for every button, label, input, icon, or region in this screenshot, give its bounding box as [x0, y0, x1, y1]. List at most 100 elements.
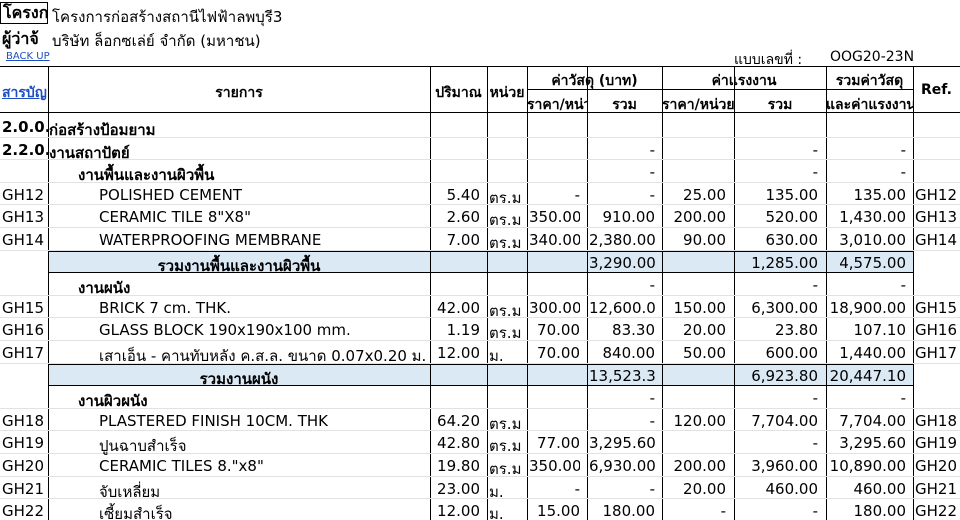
- cell-lt[interactable]: -: [736, 163, 818, 181]
- table-row[interactable]: GH19 42.80 ตร.ม. 77.00 3,295.60-3,295.60 GH19…: [0, 431, 960, 455]
- cell-mt[interactable]: 3,290.00: [589, 254, 655, 272]
- cell-lp[interactable]: 50.00: [664, 344, 726, 362]
- cell-lt[interactable]: 630.00: [736, 231, 819, 249]
- cell-mt[interactable]: 3,295.60: [589, 434, 655, 452]
- table-row[interactable]: GH20 19.80 ตร.ม. 350.00 6,930.00 200.00 3,960.…: [0, 454, 960, 478]
- cell-tot[interactable]: 3,295.60: [828, 434, 906, 452]
- cell-mt[interactable]: -: [589, 276, 655, 294]
- cell-item-name[interactable]: GLASS BLOCK 190x190x100 mm.: [99, 321, 427, 339]
- cell-qty[interactable]: 7.00: [432, 231, 480, 249]
- cell-mp[interactable]: 350.00: [529, 208, 580, 226]
- subtotal-cell[interactable]: [662, 250, 735, 273]
- cell-code[interactable]: 2.2.0.0: [2, 141, 48, 159]
- cell-tot[interactable]: 135.00: [828, 186, 907, 204]
- cell-code[interactable]: GH17: [2, 344, 46, 362]
- cell-tot[interactable]: 1,440.00: [828, 344, 906, 362]
- subtotal-row[interactable]: 13,523.306,923.8020,447.10รวมงานผนัง: [0, 363, 960, 388]
- cell-mp[interactable]: -: [529, 480, 580, 498]
- table-row[interactable]: - - - งานผิวผนัง: [0, 386, 960, 410]
- cell-mt[interactable]: -: [589, 163, 655, 181]
- cell-mp[interactable]: 15.00: [529, 502, 580, 520]
- table-row[interactable]: GH14 7.00 ตร.ม. 340.00 2,380.00 90.00 630.00 3,…: [0, 228, 960, 252]
- table-row[interactable]: GH18 64.20 ตร.ม. -120.00 7,704.00 7,704.00 GH1…: [0, 409, 960, 433]
- table-row[interactable]: GH22 12.00 ม. 15.00 180.00- -180.00 GH22 เซี้ยม…: [0, 499, 960, 520]
- cell-tot[interactable]: -: [828, 389, 906, 407]
- cell-code[interactable]: GH15: [2, 299, 46, 317]
- cell-lp[interactable]: 200.00: [664, 208, 727, 226]
- cell-lt[interactable]: 520.00: [736, 208, 819, 226]
- cell-lt[interactable]: -: [736, 141, 818, 159]
- cell-mt[interactable]: 12,600.00: [589, 299, 655, 317]
- cell-mt[interactable]: -: [589, 186, 655, 204]
- table-row[interactable]: GH13 2.60 ตร.ม. 350.00 910.00 200.00 520.00 1,4…: [0, 205, 960, 229]
- cell-lt[interactable]: 135.00: [736, 186, 819, 204]
- cell-tot[interactable]: 107.10: [828, 321, 907, 339]
- cell-tot[interactable]: 460.00: [828, 480, 907, 498]
- cell-qty[interactable]: 23.00: [432, 480, 480, 498]
- table-row[interactable]: GH1542.00ตร.ม.300.0012,600.00150.006,300…: [0, 296, 960, 320]
- cell-mp[interactable]: 70.00: [529, 344, 580, 362]
- cell-lp[interactable]: 20.00: [664, 480, 726, 498]
- cell-lt[interactable]: 23.80: [736, 321, 818, 339]
- cell-tot[interactable]: -: [828, 141, 906, 159]
- cell-qty[interactable]: 12.00: [432, 344, 480, 362]
- cell-unit[interactable]: ม.: [489, 502, 523, 520]
- cell-lp[interactable]: 20.00: [664, 321, 726, 339]
- cell-lp[interactable]: 120.00: [664, 412, 727, 430]
- cell-lp[interactable]: 150.00: [664, 299, 727, 317]
- cell-mt[interactable]: 13,523.30: [589, 367, 655, 385]
- table-row[interactable]: 2.2.0.0---งานสถาปัตย์: [0, 138, 960, 162]
- cell-lt[interactable]: 7,704.00: [736, 412, 818, 430]
- cell-lp[interactable]: 25.00: [664, 186, 726, 204]
- subtotal-row[interactable]: 3,290.00 1,285.00 4,575.00 รวมงานพื้นและงาน…: [0, 250, 960, 275]
- cell-item-name[interactable]: เซี้ยมสำเร็จ: [99, 502, 427, 520]
- subtotal-cell[interactable]: [487, 363, 528, 386]
- table-row[interactable]: - - - งานพื้นและงานผิวพื้น: [0, 160, 960, 184]
- cell-mp[interactable]: 340.00: [529, 231, 580, 249]
- cell-qty[interactable]: 5.40: [432, 186, 480, 204]
- cell-tot[interactable]: 20,447.10: [828, 367, 906, 385]
- cell-tot[interactable]: 18,900.00: [828, 299, 906, 317]
- cell-lt[interactable]: 6,300.00: [736, 299, 818, 317]
- cell-ref[interactable]: GH18: [915, 412, 958, 430]
- cell-ref[interactable]: GH19: [915, 434, 958, 452]
- cell-lp[interactable]: -: [664, 502, 726, 520]
- cell-code[interactable]: GH16: [2, 321, 46, 339]
- cell-ref[interactable]: GH16: [915, 321, 958, 339]
- table-row[interactable]: 2.0.0.0ก่อสร้างป้อมยาม: [0, 115, 960, 139]
- cell-lt[interactable]: 6,923.80: [736, 367, 818, 385]
- cell-mp[interactable]: 350.00: [529, 457, 580, 475]
- cell-tot[interactable]: 10,890.00: [828, 457, 906, 475]
- contractor-label-cell[interactable]: ผู้ว่าจ้: [0, 27, 48, 52]
- table-row[interactable]: GH16 1.19 ตร.ม. 70.00 83.30 20.00 23.80 107.10 G…: [0, 318, 960, 342]
- table-row[interactable]: GH17 12.00 ม. 70.00 840.00 50.00 600.00 1,440.0…: [0, 341, 960, 365]
- cell-lt[interactable]: 3,960.00: [736, 457, 818, 475]
- cell-mt[interactable]: 83.30: [589, 321, 655, 339]
- cell-qty[interactable]: 2.60: [432, 208, 480, 226]
- cell-code[interactable]: GH12: [2, 186, 46, 204]
- cell-qty[interactable]: 1.19: [432, 321, 480, 339]
- cell-tot[interactable]: -: [828, 276, 906, 294]
- cell-code[interactable]: GH21: [2, 480, 46, 498]
- cell-qty[interactable]: 42.00: [432, 299, 480, 317]
- table-row[interactable]: - - - งานผนัง: [0, 273, 960, 297]
- cell-code[interactable]: GH22: [2, 502, 46, 520]
- cell-qty[interactable]: 19.80: [432, 457, 480, 475]
- cell-tot[interactable]: 7,704.00: [828, 412, 906, 430]
- cell-mt[interactable]: -: [589, 141, 655, 159]
- cell-tot[interactable]: -: [828, 163, 906, 181]
- subtotal-cell[interactable]: [487, 250, 528, 273]
- table-row[interactable]: GH12 5.40 ตร.ม. - -25.00 135.00 135.00 GH12 POLI…: [0, 183, 960, 207]
- cell-lp[interactable]: 90.00: [664, 231, 726, 249]
- cell-mt[interactable]: 840.00: [589, 344, 656, 362]
- cell-tot[interactable]: 180.00: [828, 502, 907, 520]
- cell-ref[interactable]: GH17: [915, 344, 958, 362]
- cell-mt[interactable]: -: [589, 389, 655, 407]
- cell-code[interactable]: GH20: [2, 457, 46, 475]
- subtotal-cell[interactable]: [527, 250, 588, 273]
- cell-lp[interactable]: 200.00: [664, 457, 727, 475]
- cell-code[interactable]: 2.0.0.0: [2, 118, 48, 136]
- cell-code[interactable]: GH14: [2, 231, 46, 249]
- cell-tot[interactable]: 1,430.00: [828, 208, 906, 226]
- cell-item-name[interactable]: CERAMIC TILE 8"X8": [99, 208, 427, 226]
